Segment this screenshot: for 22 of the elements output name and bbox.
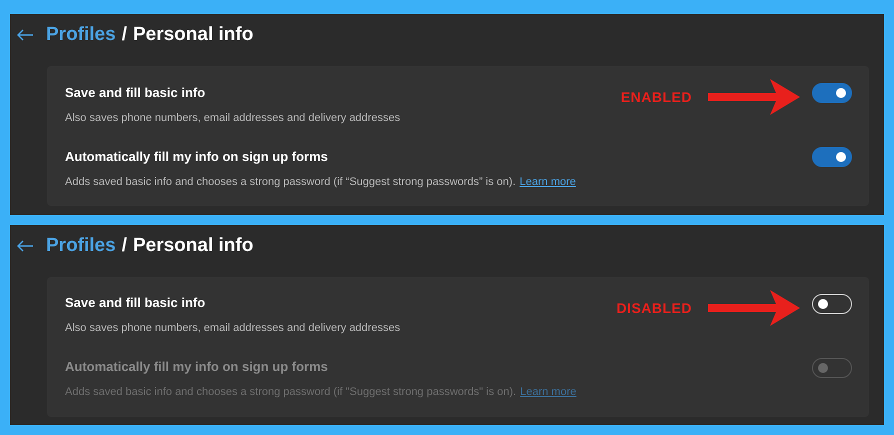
learn-more-link[interactable]: Learn more bbox=[520, 176, 576, 188]
toggle-switch[interactable] bbox=[812, 83, 852, 103]
page-title: Personal info bbox=[132, 234, 254, 256]
page-title: Personal info bbox=[132, 24, 254, 46]
setting-description: Also saves phone numbers, email addresses and delivery addresses bbox=[65, 112, 400, 124]
back-arrow-icon[interactable] bbox=[16, 29, 34, 41]
setting-title: Automatically fill my info on sign up forms bbox=[65, 148, 329, 164]
setting-description: Adds saved basic info and chooses a strong password (if “Suggest strong passwords” is on). bbox=[65, 176, 516, 188]
annotation-arrow-icon bbox=[706, 76, 802, 118]
breadcrumb-link[interactable]: Profiles bbox=[46, 234, 116, 256]
annotation-label: DISABLED bbox=[616, 300, 692, 316]
setting-description: Adds saved basic info and chooses a strong password (if "Suggest strong passwords" is on). bbox=[65, 386, 516, 398]
setting-title: Save and fill basic info bbox=[65, 295, 206, 310]
toggle-switch[interactable] bbox=[812, 147, 852, 167]
breadcrumb-separator: / bbox=[122, 24, 127, 46]
setting-title: Save and fill basic info bbox=[65, 84, 206, 100]
breadcrumb-link[interactable]: Profiles bbox=[46, 24, 116, 46]
breadcrumb-separator: / bbox=[122, 234, 127, 256]
setting-title: Automatically fill my info on sign up forms bbox=[65, 359, 329, 374]
back-arrow-icon[interactable] bbox=[16, 240, 34, 252]
annotation-label: ENABLED bbox=[620, 89, 692, 105]
setting-description: Also saves phone numbers, email addresses and delivery addresses bbox=[65, 322, 400, 334]
